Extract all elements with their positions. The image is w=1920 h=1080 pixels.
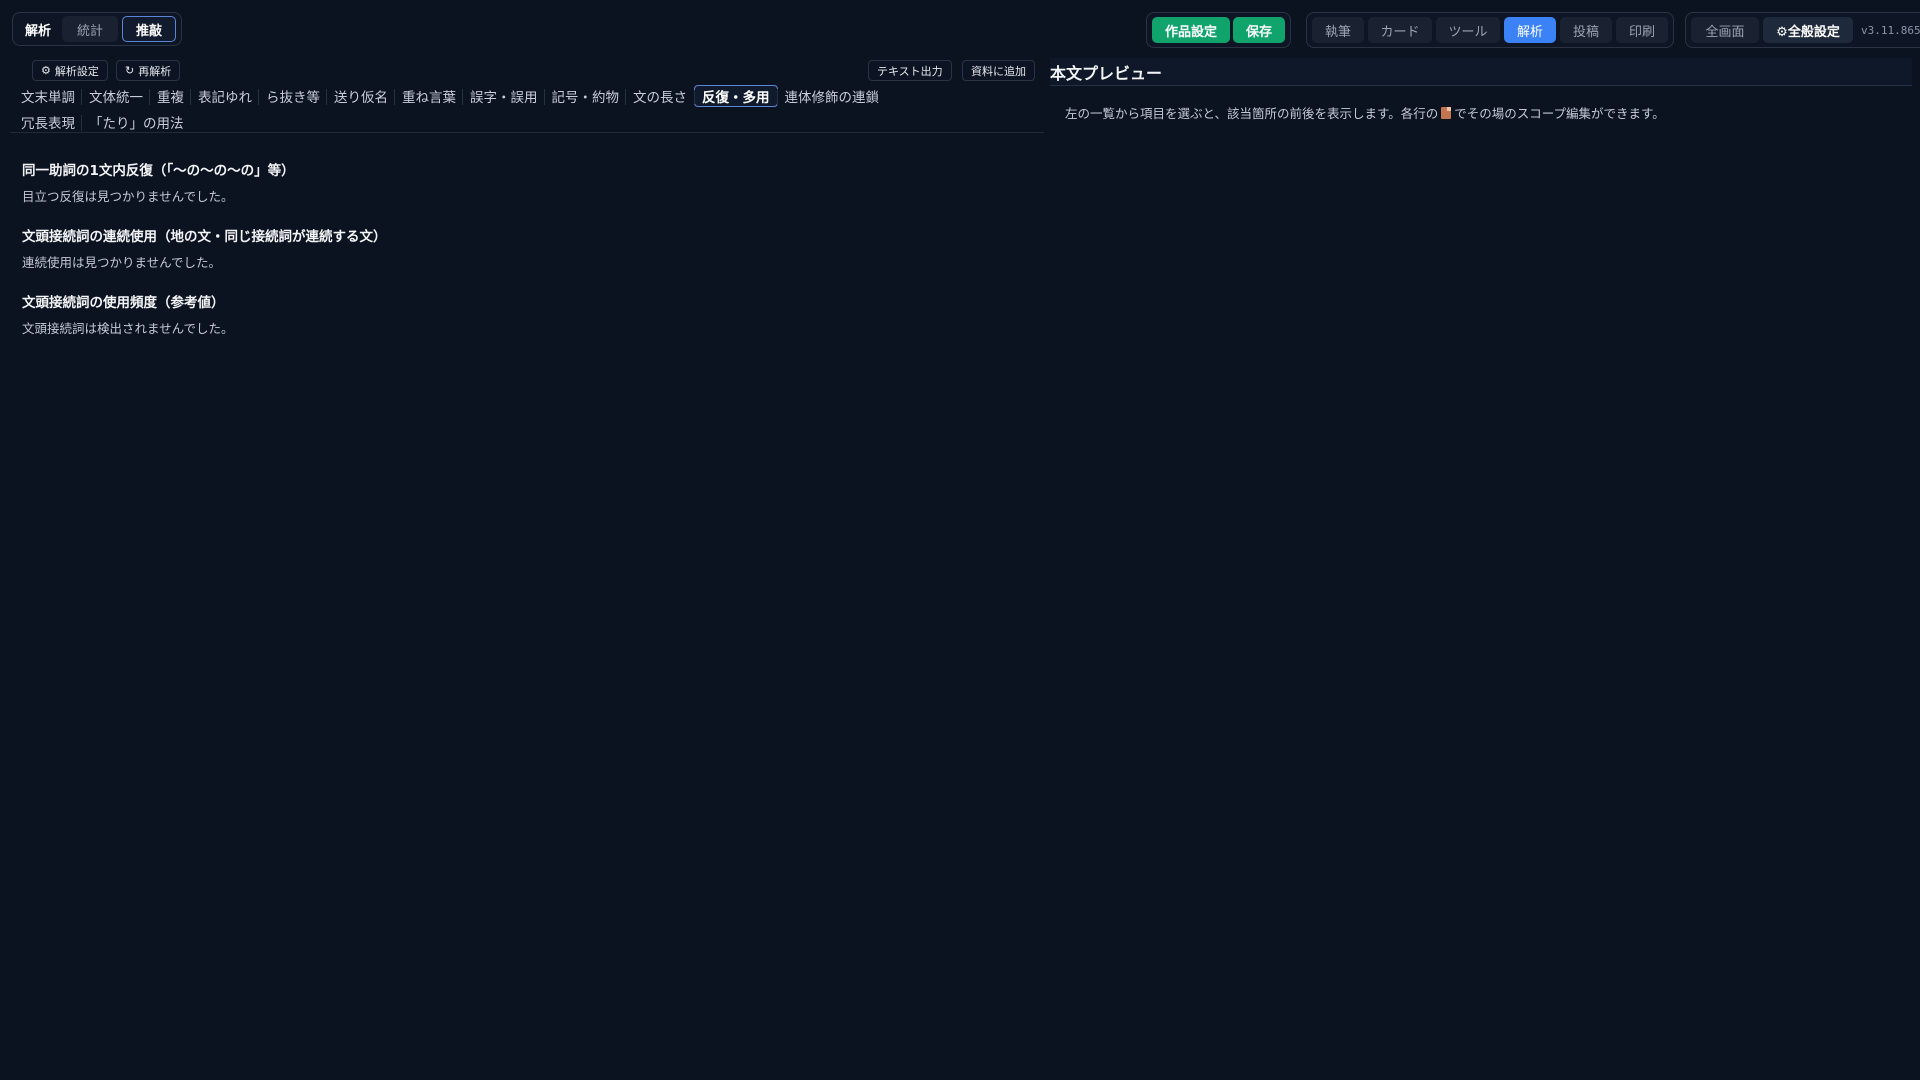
gear-icon: ⚙ — [41, 64, 51, 77]
work-settings-button[interactable]: 作品設定 — [1152, 17, 1231, 43]
check-tab[interactable]: 誤字・誤用 — [462, 85, 545, 107]
check-tab[interactable]: 「たり」の用法 — [81, 111, 191, 133]
tabs-divider — [10, 132, 1044, 133]
fullscreen-button[interactable]: 全画面 — [1691, 17, 1759, 43]
section-message: 文頭接続詞は検出されませんでした。 — [22, 321, 234, 336]
check-tab[interactable]: 表記ゆれ — [190, 85, 259, 107]
view-tab-group: 解析 統計 推敲 — [12, 12, 183, 46]
check-tabs-row-1: 文末単調 文体統一 重複 表記ゆれ ら抜き等 送り仮名 重ね言葉 誤字・誤用 記… — [10, 84, 1044, 108]
work-actions-group: 作品設定 保存 — [1146, 12, 1292, 48]
section-message: 連続使用は見つかりませんでした。 — [22, 255, 222, 270]
tab-polish[interactable]: 推敲 — [122, 16, 177, 42]
top-bar: 解析 統計 推敲 作品設定 保存 執筆 カード ツール 解析 投稿 印刷 全画面… — [0, 0, 1920, 58]
document-icon — [1441, 106, 1452, 119]
check-tab[interactable]: ら抜き等 — [258, 85, 327, 107]
mode-posting[interactable]: 投稿 — [1560, 17, 1612, 43]
preview-hint: 左の一覧から項目を選ぶと、該当箇所の前後を表示します。各行の でその場のスコープ… — [1065, 103, 1665, 122]
check-tab[interactable]: 文末単調 — [14, 85, 82, 107]
analysis-settings-label: 解析設定 — [54, 64, 99, 78]
check-tab[interactable]: 重ね言葉 — [394, 85, 463, 107]
check-tab[interactable]: 送り仮名 — [326, 85, 395, 107]
tab-stats[interactable]: 統計 — [62, 16, 119, 42]
check-tab[interactable]: 文の長さ — [625, 85, 694, 107]
global-controls: 全画面 ⚙全般設定 v3.11.865 — [1685, 12, 1920, 48]
result-section: 文頭接続詞の連続使用（地の文・同じ接続詞が連続する文） 連続使用は見つかりません… — [22, 227, 1022, 273]
result-section: 文頭接続詞の使用頻度（参考値） 文頭接続詞は検出されませんでした。 — [22, 293, 1022, 339]
result-section: 同一助詞の1文内反復（「〜の〜の〜の」等） 目立つ反復は見つかりませんでした。 — [22, 161, 1022, 207]
check-tabs-row-2: 冗長表現 「たり」の用法 — [10, 110, 1044, 134]
mode-switcher: 執筆 カード ツール 解析 投稿 印刷 — [1306, 12, 1674, 48]
section-title: 同一助詞の1文内反復（「〜の〜の〜の」等） — [22, 163, 295, 179]
check-tab[interactable]: 冗長表現 — [14, 111, 82, 133]
section-title: 文頭接続詞の連続使用（地の文・同じ接続詞が連続する文） — [22, 229, 387, 245]
preview-hint-after: でその場のスコープ編集ができます。 — [1454, 106, 1665, 121]
check-tab[interactable]: 重複 — [149, 85, 191, 107]
section-title: 文頭接続詞の使用頻度（参考値） — [22, 295, 225, 311]
check-tabs: 文末単調 文体統一 重複 表記ゆれ ら抜き等 送り仮名 重ね言葉 誤字・誤用 記… — [10, 84, 1044, 136]
check-tab[interactable]: 連体修飾の連鎖 — [776, 85, 887, 107]
reanalyze-button[interactable]: ↻ 再解析 — [116, 60, 181, 81]
analysis-pane: ⚙ 解析設定 ↻ 再解析 テキスト出力 資料に追加 文末単調 文体統一 重複 表… — [10, 58, 1044, 1080]
preview-hint-before: 左の一覧から項目を選ぶと、該当箇所の前後を表示します。各行の — [1065, 106, 1439, 121]
export-text-button[interactable]: テキスト出力 — [868, 60, 952, 81]
preview-pane: 本文プレビュー 左の一覧から項目を選ぶと、該当箇所の前後を表示します。各行の で… — [1050, 58, 1912, 1080]
preview-title: 本文プレビュー — [1050, 58, 1912, 86]
tab-analysis[interactable]: 解析 — [18, 16, 58, 42]
version-label: v3.11.865 — [1861, 23, 1920, 37]
mode-analysis[interactable]: 解析 — [1504, 17, 1556, 43]
refresh-icon: ↻ — [125, 64, 135, 77]
results-list: 同一助詞の1文内反復（「〜の〜の〜の」等） 目立つ反復は見つかりませんでした。 … — [22, 161, 1022, 359]
section-message: 目立つ反復は見つかりませんでした。 — [22, 189, 234, 204]
check-tab[interactable]: 記号・約物 — [543, 85, 627, 107]
check-tab-active[interactable]: 反復・多用 — [694, 85, 778, 107]
mode-tools[interactable]: ツール — [1436, 17, 1500, 43]
add-to-material-button[interactable]: 資料に追加 — [962, 60, 1035, 81]
check-tab[interactable]: 文体統一 — [81, 85, 150, 107]
save-button[interactable]: 保存 — [1233, 17, 1286, 43]
mode-cards[interactable]: カード — [1368, 17, 1432, 43]
global-settings-button[interactable]: ⚙全般設定 — [1763, 17, 1853, 43]
analysis-action-row: ⚙ 解析設定 ↻ 再解析 テキスト出力 資料に追加 — [20, 60, 1044, 82]
mode-writing[interactable]: 執筆 — [1312, 17, 1364, 43]
reanalyze-label: 再解析 — [138, 64, 172, 78]
mode-print[interactable]: 印刷 — [1616, 17, 1668, 43]
analysis-settings-button[interactable]: ⚙ 解析設定 — [32, 60, 108, 81]
